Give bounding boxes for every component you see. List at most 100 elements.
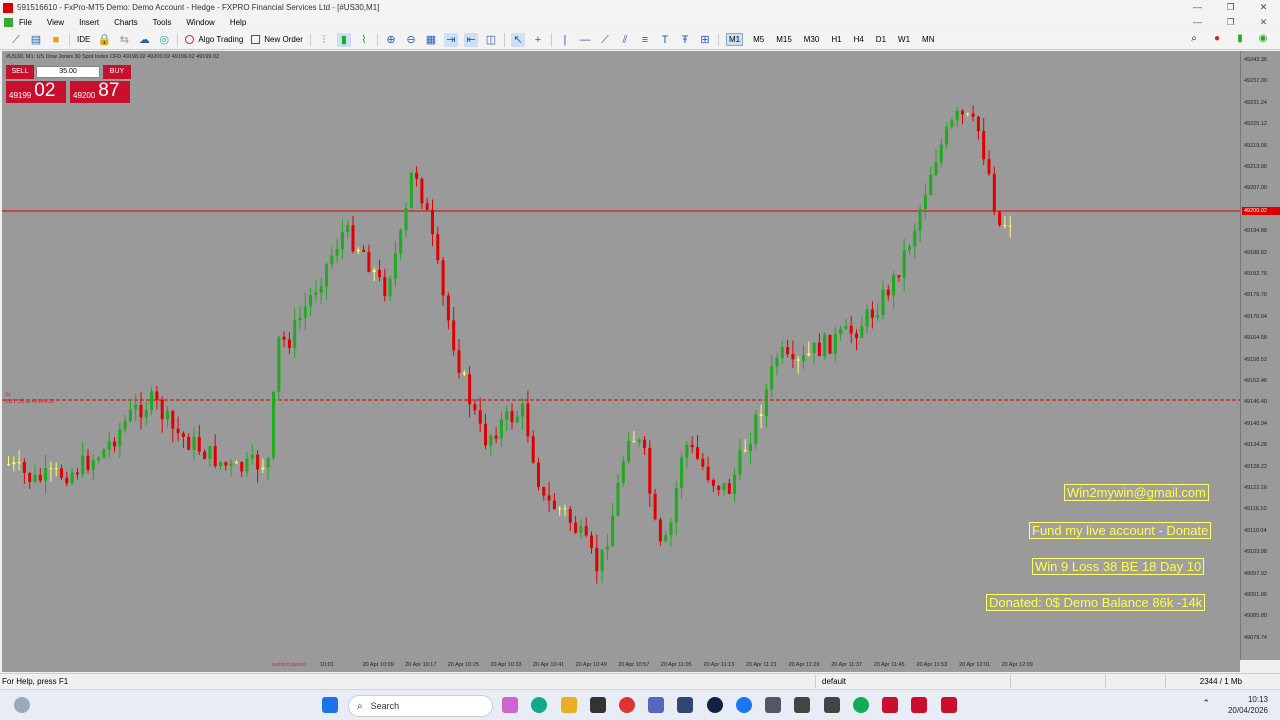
candlestick-icon[interactable]: ▮ (336, 32, 351, 47)
signal-strength-icon[interactable]: ▮ (1233, 33, 1247, 44)
vertical-line-icon[interactable]: | (558, 33, 572, 47)
time-tick-label: 20 Apr 10:25 (447, 662, 479, 668)
search-icon[interactable]: ⌕ (1187, 33, 1201, 44)
steam-icon[interactable] (707, 697, 723, 713)
timeframe-mn[interactable]: MN (920, 34, 936, 45)
text-label-icon[interactable]: Ŧ (678, 33, 692, 47)
candle-body (399, 230, 403, 254)
timeframe-d1[interactable]: D1 (874, 34, 888, 45)
timeframe-m1[interactable]: M1 (725, 33, 744, 46)
file-explorer-icon[interactable] (561, 697, 577, 713)
connection-status[interactable]: 2344 / 1 Mb (1200, 677, 1242, 686)
fxpro-mt5-active-icon[interactable] (941, 697, 957, 713)
inbox-icon[interactable] (677, 697, 693, 713)
candle-body (680, 457, 684, 489)
algo-trading-button[interactable]: Algo Trading (185, 35, 243, 44)
price-axis[interactable]: 49243.36 49237.30 49231.24 49225.12 49219.06… (1240, 51, 1280, 660)
copilot-icon[interactable] (502, 697, 518, 713)
bid-price[interactable]: 49199 02 (6, 81, 66, 103)
ask-price[interactable]: 49200 87 (70, 81, 130, 103)
profiles-icon[interactable]: ▤ (29, 33, 43, 47)
vps-icon[interactable]: ◎ (157, 33, 171, 47)
new-order-button[interactable]: New Order (251, 35, 303, 44)
zoom-out-icon[interactable]: ⊖ (404, 33, 418, 47)
timeframe-h4[interactable]: H4 (852, 34, 866, 45)
line-chart-icon[interactable]: ⌇ (357, 33, 371, 47)
metaeditor-icon[interactable] (853, 697, 869, 713)
edge-icon[interactable] (531, 697, 547, 713)
menu-file[interactable]: File (19, 18, 32, 27)
new-chart-icon[interactable]: ⟋ (9, 33, 23, 47)
notifications-icon[interactable]: ● (1210, 33, 1224, 44)
price-tick-label: 49122.16 (1244, 485, 1267, 491)
signals-icon[interactable]: ⇆ (117, 33, 131, 47)
sell-button[interactable]: SELL (6, 65, 34, 79)
candle-body (828, 334, 832, 354)
menu-insert[interactable]: Insert (79, 18, 99, 27)
price-chart[interactable]: #US30, M1: US Dow Jones 30 Spot Index CF… (2, 51, 1240, 660)
menu-tools[interactable]: Tools (153, 18, 172, 27)
help-status: For Help, press F1 (2, 677, 69, 686)
stats-text-box: Win 9 Loss 38 BE 18 Day 10 (1032, 558, 1205, 575)
taskbar-search[interactable]: ⌕ Search (348, 695, 493, 717)
time-axis[interactable]: symbol,period 10:01 20 Apr 10:09 20 Apr 10… (2, 660, 1240, 672)
candle-body (266, 457, 270, 468)
chart-close-button[interactable]: ✕ (1247, 15, 1280, 29)
trendline-icon[interactable]: ⟋ (598, 33, 612, 47)
chrome-icon[interactable] (619, 697, 635, 713)
crosshair-icon[interactable]: + (531, 33, 545, 47)
clock[interactable]: 10:13 20/04/2026 (1228, 694, 1268, 716)
maximize-button[interactable]: ❐ (1214, 0, 1247, 15)
cloud-icon[interactable]: ☁ (137, 33, 151, 47)
account-icon[interactable]: ◉ (1256, 33, 1270, 44)
menu-help[interactable]: Help (230, 18, 246, 27)
monitor-icon[interactable] (794, 697, 810, 713)
market-watch-icon[interactable]: ■ (49, 33, 63, 47)
timeframe-m5[interactable]: M5 (751, 34, 766, 45)
lot-size-input[interactable]: 35.00 (36, 66, 100, 78)
text-icon[interactable]: T (658, 33, 672, 47)
menu-view[interactable]: View (47, 18, 64, 27)
facebook-icon[interactable] (736, 697, 752, 713)
candle-body (733, 474, 737, 494)
chart-minimize-button[interactable]: — (1181, 15, 1214, 29)
close-button[interactable]: ✕ (1247, 0, 1280, 15)
screenshot-icon[interactable]: ◫ (484, 33, 498, 47)
channel-icon[interactable]: ⫽ (618, 33, 632, 47)
system-tray-icons[interactable]: ⌃ (1202, 698, 1210, 709)
timeframe-w1[interactable]: W1 (896, 34, 912, 45)
candle-body (923, 194, 927, 210)
algo-trading-label: Algo Trading (198, 35, 244, 44)
candle-body (855, 333, 858, 338)
autoscroll-icon[interactable]: ⇥ (443, 32, 458, 47)
candle-body (261, 467, 265, 470)
timeframe-m30[interactable]: M30 (802, 34, 822, 45)
terminal-icon[interactable] (590, 697, 606, 713)
timeframe-m15[interactable]: M15 (774, 34, 794, 45)
timeframe-h1[interactable]: H1 (829, 34, 843, 45)
start-icon[interactable] (322, 697, 338, 713)
display-icon[interactable] (824, 697, 840, 713)
widgets-icon[interactable] (14, 697, 30, 713)
candle-body (738, 449, 742, 475)
fibonacci-icon[interactable]: ≡ (638, 33, 652, 47)
cursor-icon[interactable]: ↖ (510, 32, 525, 47)
lock-icon[interactable]: 🔒 (97, 33, 111, 47)
grid-icon[interactable]: ▦ (424, 33, 438, 47)
chart-restore-button[interactable]: ❐ (1214, 15, 1247, 29)
menu-charts[interactable]: Charts (114, 18, 138, 27)
chart-shift-icon[interactable]: ⇤ (463, 32, 478, 47)
fxpro-mt5-icon[interactable] (911, 697, 927, 713)
ide-button[interactable]: IDE (77, 35, 90, 44)
fxpro-icon[interactable] (882, 697, 898, 713)
teams-icon[interactable] (648, 697, 664, 713)
zoom-in-icon[interactable]: ⊕ (384, 33, 398, 47)
minimize-button[interactable]: — (1181, 0, 1214, 15)
app-icon (3, 2, 13, 13)
calculator-icon[interactable] (765, 697, 781, 713)
buy-button[interactable]: BUY (103, 65, 131, 79)
shapes-icon[interactable]: ⊞ (698, 33, 712, 47)
horizontal-line-icon[interactable]: — (578, 33, 592, 47)
bar-chart-icon[interactable]: ⫶ (317, 33, 331, 47)
menu-window[interactable]: Window (186, 18, 214, 27)
